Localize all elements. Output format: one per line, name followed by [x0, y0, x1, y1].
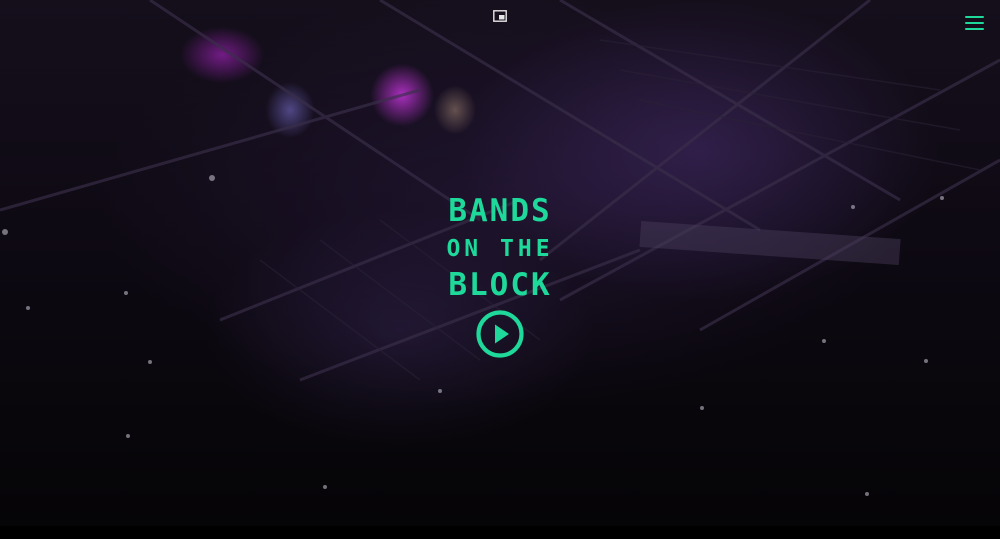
- play-video-button[interactable]: [475, 309, 525, 359]
- picture-in-picture-icon: [493, 10, 507, 22]
- event-title: BANDS ON THE BLOCK: [380, 196, 620, 301]
- title-line-bands: BANDS: [448, 193, 552, 230]
- title-line-block: BLOCK: [448, 267, 552, 304]
- page-bottom-strip: [0, 526, 1000, 539]
- hero-video-background: BANDS ON THE BLOCK: [0, 0, 1000, 526]
- menu-button[interactable]: [963, 14, 987, 32]
- play-circle-icon: [476, 310, 524, 358]
- picture-in-picture-button[interactable]: [493, 9, 507, 22]
- title-line-on-the: ON THE: [446, 236, 554, 263]
